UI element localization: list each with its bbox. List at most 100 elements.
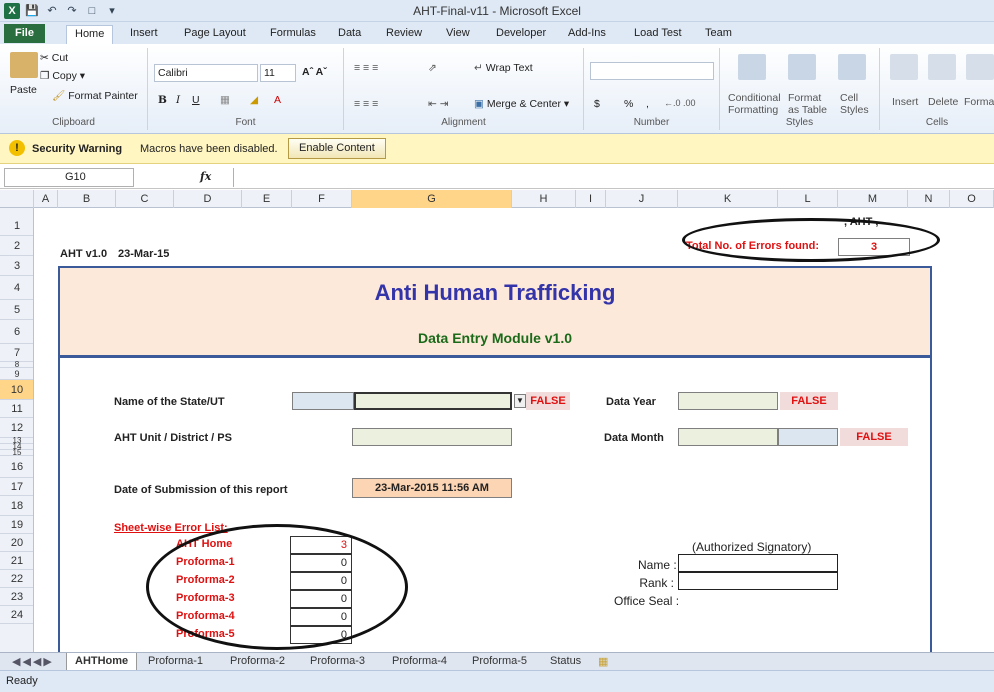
row-header[interactable]: 16 — [0, 456, 33, 478]
tab-insert[interactable]: Insert — [122, 25, 166, 44]
format-table-button[interactable]: Format as Table — [788, 92, 827, 116]
column-header[interactable]: D — [174, 190, 242, 208]
format-painter-button[interactable]: 🖌 Format Painter — [52, 89, 138, 102]
font-size-select[interactable]: 11 — [260, 64, 296, 82]
orientation-icon[interactable]: ⇗ — [428, 62, 437, 74]
row-header[interactable]: 19 — [0, 516, 33, 534]
row-header[interactable]: 17 — [0, 478, 33, 496]
italic-icon[interactable]: I — [176, 94, 180, 106]
worksheet[interactable]: , AHT-, AHT v1.0 23-Mar-15 Total No. of … — [34, 208, 994, 652]
state-select[interactable] — [354, 392, 512, 410]
name-box[interactable]: G10 — [4, 168, 134, 187]
row-header[interactable]: 11 — [0, 400, 33, 418]
number-format-select[interactable] — [590, 62, 714, 80]
merge-center-button[interactable]: ▣ Merge & Center ▾ — [474, 98, 569, 110]
cell-styles-button[interactable]: Cell Styles — [840, 92, 869, 116]
cell-styles-icon[interactable] — [838, 54, 866, 80]
row-header[interactable]: 2 — [0, 236, 33, 256]
tab-view[interactable]: View — [438, 25, 478, 44]
column-header[interactable]: E — [242, 190, 292, 208]
row-header[interactable]: 9 — [0, 368, 33, 380]
comma-button[interactable]: , — [646, 98, 649, 110]
row-header[interactable]: 24 — [0, 606, 33, 624]
tab-review[interactable]: Review — [378, 25, 430, 44]
column-header[interactable]: N — [908, 190, 950, 208]
column-header[interactable]: L — [778, 190, 838, 208]
wrap-text-button[interactable]: ↵ Wrap Text — [474, 62, 533, 74]
row-header[interactable]: 23 — [0, 588, 33, 606]
align-left-icon[interactable]: ≡ ≡ ≡ — [354, 98, 378, 110]
decimal-icon[interactable]: ←.0 .00 — [664, 98, 696, 108]
tab-formulas[interactable]: Formulas — [262, 25, 324, 44]
tab-data[interactable]: Data — [330, 25, 369, 44]
row-header[interactable]: 3 — [0, 256, 33, 276]
column-header[interactable]: H — [512, 190, 576, 208]
insert-sheet-icon[interactable]: ▦ — [590, 653, 616, 670]
data-year-field[interactable] — [678, 392, 778, 410]
cut-button[interactable]: ✂ Cut — [40, 52, 68, 64]
column-header[interactable]: J — [606, 190, 678, 208]
format-cells-button[interactable]: Forma — [964, 96, 994, 108]
tab-team[interactable]: Team — [697, 25, 740, 44]
bold-icon[interactable]: B — [158, 94, 167, 106]
name-field[interactable] — [678, 554, 838, 572]
sheet-tab-ahthome[interactable]: AHTHome — [66, 653, 138, 670]
formula-input[interactable] — [233, 168, 994, 187]
insert-cells-icon[interactable] — [890, 54, 918, 80]
row-header[interactable]: 18 — [0, 496, 33, 516]
tab-home[interactable]: Home — [66, 25, 114, 44]
select-all-corner[interactable] — [0, 190, 34, 208]
paste-button[interactable]: Paste — [10, 84, 37, 96]
align-top-icon[interactable]: ≡ ≡ ≡ — [354, 62, 378, 74]
grow-font-icon[interactable]: Aˆ Aˇ — [302, 66, 327, 78]
row-header-selected[interactable]: 10 — [0, 380, 33, 400]
sheet-tab[interactable]: Proforma-1 — [140, 653, 211, 670]
delete-cells-icon[interactable] — [928, 54, 956, 80]
copy-button[interactable]: ❐ Copy ▾ — [40, 70, 85, 82]
fill-color-icon[interactable]: ◢ — [250, 94, 258, 106]
row-header[interactable]: 6 — [0, 320, 33, 344]
column-header[interactable]: I — [576, 190, 606, 208]
insert-cells-button[interactable]: Insert — [892, 96, 918, 108]
enable-content-button[interactable]: Enable Content — [288, 138, 386, 159]
row-header[interactable]: 22 — [0, 570, 33, 588]
currency-button[interactable]: $ — [594, 98, 600, 110]
sheet-tab[interactable]: Proforma-4 — [384, 653, 455, 670]
state-code-field[interactable] — [292, 392, 354, 410]
sheet-tab[interactable]: Proforma-2 — [222, 653, 293, 670]
column-header-selected[interactable]: G — [352, 190, 512, 208]
column-header[interactable]: B — [58, 190, 116, 208]
rank-field[interactable] — [678, 572, 838, 590]
column-header[interactable]: A — [34, 190, 58, 208]
format-table-icon[interactable] — [788, 54, 816, 80]
conditional-formatting-button[interactable]: Conditional Formatting — [728, 92, 781, 116]
column-header[interactable]: K — [678, 190, 778, 208]
tab-developer[interactable]: Developer — [488, 25, 554, 44]
data-month-code[interactable] — [778, 428, 838, 446]
font-color-icon[interactable]: A — [274, 94, 281, 106]
underline-icon[interactable]: U — [192, 94, 200, 106]
row-header[interactable]: 21 — [0, 552, 33, 570]
tab-add-ins[interactable]: Add-Ins — [560, 25, 614, 44]
paste-icon[interactable] — [10, 52, 38, 78]
column-header[interactable]: F — [292, 190, 352, 208]
tab-page-layout[interactable]: Page Layout — [176, 25, 254, 44]
dropdown-arrow-icon[interactable]: ▼ — [514, 394, 526, 408]
row-header[interactable]: 12 — [0, 418, 33, 438]
tab-load-test[interactable]: Load Test — [626, 25, 690, 44]
conditional-formatting-icon[interactable] — [738, 54, 766, 80]
format-cells-icon[interactable] — [966, 54, 994, 80]
sheet-nav-icon[interactable]: ◀◀◀▶ — [4, 653, 62, 670]
percent-button[interactable]: % — [624, 98, 633, 110]
column-header[interactable]: M — [838, 190, 908, 208]
borders-icon[interactable]: ▦ — [220, 94, 230, 106]
row-header[interactable]: 20 — [0, 534, 33, 552]
row-header[interactable]: 1 — [0, 216, 33, 236]
row-header[interactable]: 5 — [0, 300, 33, 320]
sheet-tab[interactable]: Status — [542, 653, 589, 670]
indent-icon[interactable]: ⇤ ⇥ — [428, 98, 449, 110]
row-header[interactable]: 4 — [0, 276, 33, 300]
column-header[interactable]: O — [950, 190, 994, 208]
unit-field[interactable] — [352, 428, 512, 446]
data-month-field[interactable] — [678, 428, 778, 446]
